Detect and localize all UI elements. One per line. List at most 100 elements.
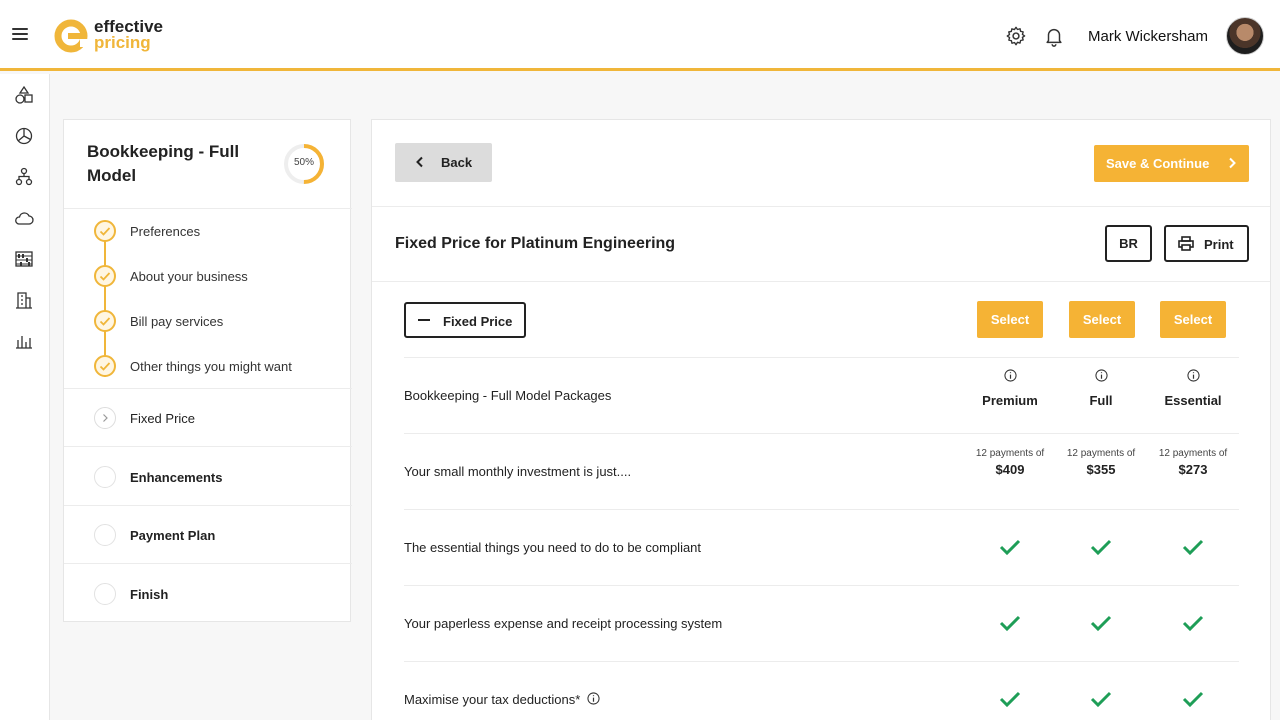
checkmark-icon: [94, 355, 116, 377]
steps-panel: Bookkeeping - Full Model 50% Preferences…: [63, 119, 352, 622]
checkmark-icon: [94, 310, 116, 332]
empty-circle-icon: [94, 524, 116, 546]
divider: [64, 388, 352, 389]
investment-label: Your small monthly investment is just...…: [404, 464, 632, 479]
info-icon[interactable]: [587, 692, 600, 705]
divider: [404, 509, 1239, 510]
price-premium: 12 payments of $409: [965, 448, 1055, 477]
shapes-icon[interactable]: [14, 85, 34, 105]
page-title: Fixed Price for Platinum Engineering: [395, 235, 676, 252]
fixed-price-toggle[interactable]: Fixed Price: [404, 302, 526, 338]
checkmark-icon: [1182, 615, 1204, 632]
logo-mark-icon: [54, 19, 90, 53]
gear-icon[interactable]: [1005, 25, 1027, 47]
divider: [64, 208, 352, 209]
steps-title: Bookkeeping - Full Model: [87, 142, 240, 185]
payments-label: 12 payments of: [1158, 448, 1228, 459]
chevron-left-icon: [416, 156, 423, 168]
br-button[interactable]: BR: [1105, 225, 1152, 262]
step-label: About your business: [130, 269, 248, 284]
price-value: $273: [1178, 462, 1208, 477]
packages-label: Bookkeeping - Full Model Packages: [404, 388, 612, 403]
left-rail: [0, 74, 50, 720]
divider: [64, 446, 352, 447]
column-name: Essential: [1164, 393, 1222, 408]
step-label: Payment Plan: [130, 528, 216, 543]
abacus-icon[interactable]: [14, 249, 34, 269]
avatar[interactable]: [1226, 17, 1264, 55]
pie-chart-icon[interactable]: [14, 126, 34, 146]
divider: [64, 505, 352, 506]
checkmark-icon: [1090, 691, 1112, 708]
printer-icon: [1178, 236, 1194, 251]
save-continue-button[interactable]: Save & Continue: [1094, 145, 1249, 182]
empty-circle-icon: [94, 583, 116, 605]
checkmark-icon: [999, 615, 1021, 632]
progress-label: 50%: [293, 157, 314, 168]
feature-label: Maximise your tax deductions*: [404, 692, 581, 707]
top-header: effective pricing Mark Wickersham: [0, 0, 1280, 71]
step-label: Preferences: [130, 224, 201, 239]
column-essential: Essential: [1148, 369, 1238, 408]
payments-label: 12 payments of: [975, 448, 1045, 459]
divider: [404, 585, 1239, 586]
bar-chart-icon[interactable]: [14, 331, 34, 351]
save-label: Save & Continue: [1106, 156, 1210, 171]
step-label: Bill pay services: [130, 314, 224, 329]
divider: [404, 357, 1239, 358]
minus-icon: [418, 319, 430, 321]
info-icon[interactable]: [1003, 369, 1017, 382]
feature-tax-row: Maximise your tax deductions*: [404, 692, 600, 707]
price-value: $409: [995, 462, 1025, 477]
logo-text: effective pricing: [94, 18, 163, 52]
column-name: Premium: [982, 393, 1038, 408]
select-essential-button[interactable]: Select: [1160, 301, 1226, 338]
checkmark-icon: [1090, 539, 1112, 556]
step-label: Finish: [130, 587, 169, 602]
main-panel: Back Save & Continue Fixed Price for Pla…: [371, 119, 1271, 720]
column-name: Full: [1089, 393, 1113, 408]
fixed-price-label: Fixed Price: [443, 314, 513, 329]
checkmark-icon: [1182, 691, 1204, 708]
user-name[interactable]: Mark Wickersham: [1088, 28, 1208, 45]
divider: [372, 281, 1270, 282]
divider: [404, 433, 1239, 434]
payments-label: 12 payments of: [1066, 448, 1136, 459]
price-full: 12 payments of $355: [1056, 448, 1146, 477]
info-icon[interactable]: [1094, 369, 1108, 382]
checkmark-icon: [94, 220, 116, 242]
feature-label: Your paperless expense and receipt proce…: [404, 616, 723, 631]
print-button[interactable]: Print: [1164, 225, 1249, 262]
print-label: Print: [1204, 237, 1234, 252]
logo-line-2: pricing: [94, 33, 151, 52]
empty-circle-icon: [94, 466, 116, 488]
select-premium-button[interactable]: Select: [977, 301, 1043, 338]
chevron-right-icon: [94, 407, 116, 429]
select-full-button[interactable]: Select: [1069, 301, 1135, 338]
price-value: $355: [1086, 462, 1116, 477]
bell-icon[interactable]: [1043, 25, 1065, 47]
checkmark-icon: [1182, 539, 1204, 556]
cloud-icon[interactable]: [14, 208, 34, 228]
feature-label: The essential things you need to do to b…: [404, 540, 702, 555]
checkmark-icon: [94, 265, 116, 287]
step-label: Enhancements: [130, 470, 223, 485]
step-label: Fixed Price: [130, 411, 196, 426]
building-icon[interactable]: [14, 290, 34, 310]
back-button[interactable]: Back: [395, 143, 492, 182]
back-label: Back: [441, 155, 473, 170]
checkmark-icon: [1090, 615, 1112, 632]
divider: [64, 563, 352, 564]
price-essential: 12 payments of $273: [1148, 448, 1238, 477]
checkmark-icon: [999, 691, 1021, 708]
menu-icon[interactable]: [12, 28, 28, 42]
column-full: Full: [1056, 369, 1146, 408]
step-label: Other things you might want: [130, 359, 292, 374]
info-icon[interactable]: [1186, 369, 1200, 382]
progress-ring: 50%: [283, 143, 325, 185]
divider: [372, 206, 1270, 207]
divider: [404, 661, 1239, 662]
org-chart-icon[interactable]: [14, 167, 34, 187]
column-premium: Premium: [965, 369, 1055, 408]
chevron-right-icon: [1229, 157, 1236, 169]
